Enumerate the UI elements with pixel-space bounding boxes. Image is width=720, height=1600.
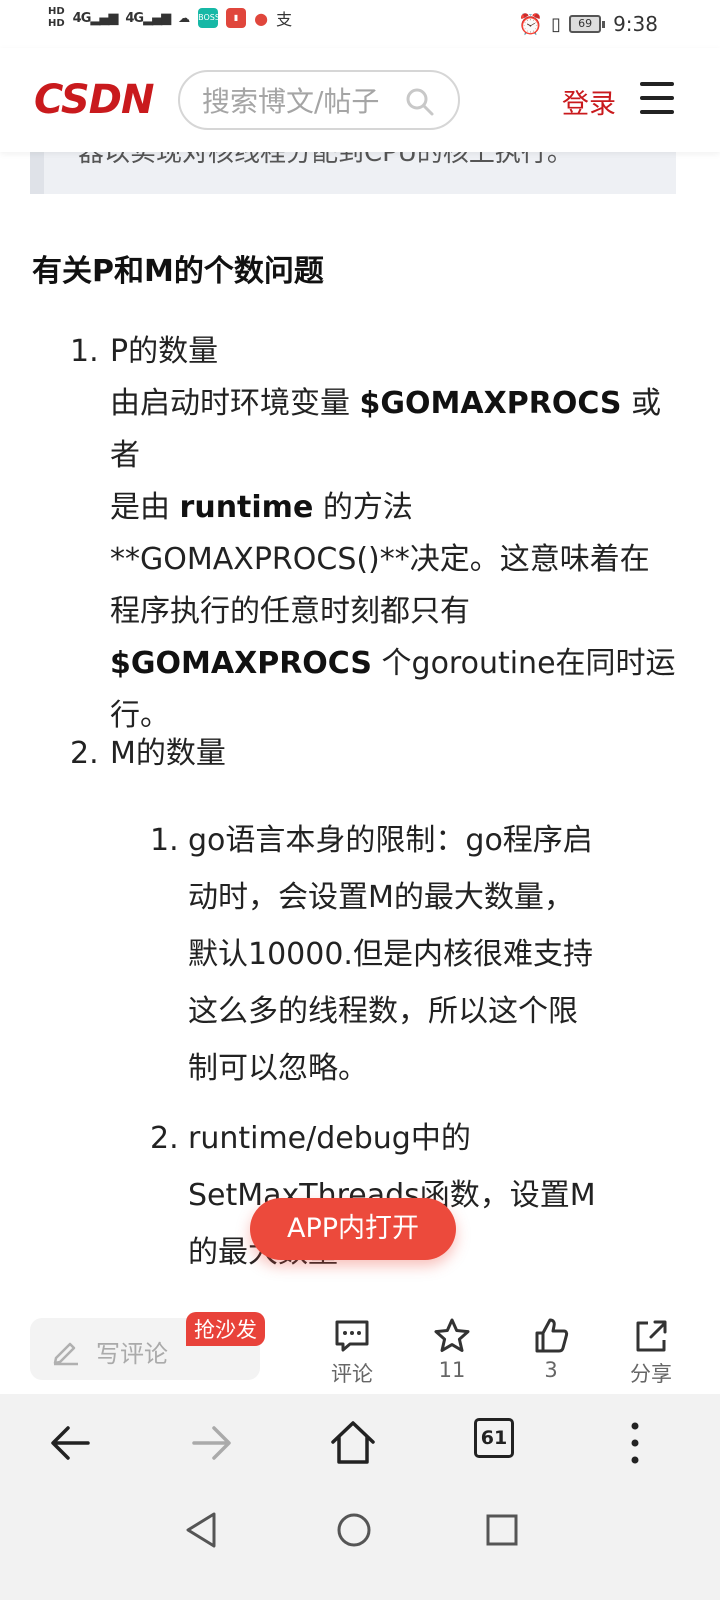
comment-button[interactable]: 评论 bbox=[312, 1316, 392, 1388]
star-icon bbox=[434, 1318, 470, 1352]
browser-toolbar: 61 bbox=[0, 1394, 720, 1490]
text-segment: **GOMAXPROCS()**决定。这意味着在 bbox=[110, 542, 650, 577]
location-pin-icon: ● bbox=[254, 8, 269, 28]
favorite-count: 11 bbox=[438, 1358, 466, 1382]
paragraph-line: go语言本身的限制：go程序启 bbox=[188, 823, 593, 858]
share-icon bbox=[636, 1320, 667, 1352]
paragraph-line: 制可以忽略。 bbox=[188, 1051, 368, 1086]
thumbs-up-icon bbox=[535, 1318, 569, 1353]
bold-text: $GOMAXPROCS bbox=[359, 386, 622, 421]
search-input[interactable] bbox=[202, 84, 402, 118]
alipay-icon: 支 bbox=[276, 10, 293, 29]
system-recents-icon[interactable] bbox=[482, 1510, 522, 1550]
status-right-icons: ⏰ ▯ 69 9:38 bbox=[518, 12, 658, 36]
open-in-app-button[interactable]: APP内打开 bbox=[250, 1198, 456, 1260]
login-link[interactable]: 登录 bbox=[562, 82, 616, 121]
clock: 9:38 bbox=[613, 12, 658, 36]
status-bar: HD HD 4G▂▄▆ 4G▂▄▆ ☁ BOSS ▮ ● 支 ⏰ ▯ 69 9:… bbox=[0, 0, 720, 48]
csdn-logo[interactable]: CSDN bbox=[34, 80, 154, 120]
list-number: 1. bbox=[70, 334, 99, 369]
signal-icon-2: 4G▂▄▆ bbox=[125, 10, 171, 26]
paragraph-line: 程序执行的任意时刻都只有 bbox=[110, 586, 680, 638]
first-comment-badge: 抢沙发 bbox=[186, 1312, 265, 1346]
article-action-bar: 写评论 抢沙发 评论 11 3 分享 bbox=[0, 1312, 720, 1394]
alarm-icon: ⏰ bbox=[518, 12, 544, 36]
text-segment: 是由 bbox=[110, 490, 180, 525]
text-segment: 的方法 bbox=[313, 490, 413, 525]
signal-label-1: 4G bbox=[72, 10, 92, 26]
text-segment: 由启动时环境变量 bbox=[110, 386, 360, 421]
signal-label-2: 4G bbox=[125, 10, 144, 26]
hd-indicator: HD HD bbox=[48, 6, 65, 30]
paragraph-line: 默认10000.但是内核很难支持 bbox=[188, 937, 593, 972]
forward-arrow-icon[interactable] bbox=[186, 1418, 236, 1468]
search-box[interactable] bbox=[178, 70, 460, 130]
favorite-button[interactable]: 11 bbox=[412, 1316, 492, 1382]
share-label: 分享 bbox=[630, 1362, 672, 1386]
list-item-body: P的数量 由启动时环境变量 $GOMAXPROCS 或者 是由 runtime 的… bbox=[110, 326, 680, 742]
status-left-icons: HD HD 4G▂▄▆ 4G▂▄▆ ☁ BOSS ▮ ● 支 bbox=[48, 6, 292, 30]
share-button[interactable]: 分享 bbox=[611, 1316, 691, 1388]
paragraph-line: 由启动时环境变量 $GOMAXPROCS 或者 bbox=[110, 378, 680, 482]
paragraph-line: 这么多的线程数，所以这个限 bbox=[188, 994, 578, 1029]
sub-list-number: 1. bbox=[150, 823, 179, 858]
hd-label-2: HD bbox=[48, 18, 65, 29]
paragraph-line: $GOMAXPROCS 个goroutine在同时运 bbox=[110, 638, 680, 690]
blockquote-text: 器以实现对核线程分配到CPU的核上执行。 bbox=[78, 152, 573, 168]
comment-icon bbox=[335, 1320, 369, 1352]
list-item-paragraph: 由启动时环境变量 $GOMAXPROCS 或者 是由 runtime 的方法 **G… bbox=[110, 378, 680, 742]
search-icon[interactable] bbox=[404, 86, 436, 118]
text-segment: 程序执行的任意时刻都只有 bbox=[110, 594, 470, 629]
list-item-title: M的数量 bbox=[110, 736, 226, 771]
reader-app-icon: ▮ bbox=[226, 8, 247, 28]
sub-list-number: 2. bbox=[150, 1121, 179, 1156]
bold-text: $GOMAXPROCS bbox=[110, 646, 372, 681]
list-number: 2. bbox=[70, 736, 99, 771]
paragraph-line: 动时，会设置M的最大数量， bbox=[188, 880, 574, 915]
hamburger-menu-icon[interactable] bbox=[640, 82, 676, 116]
list-item-title: P的数量 bbox=[110, 334, 219, 369]
site-header: CSDN 登录 bbox=[0, 48, 720, 152]
back-arrow-icon[interactable] bbox=[46, 1418, 96, 1468]
comment-placeholder: 写评论 bbox=[96, 1340, 168, 1368]
home-icon[interactable] bbox=[328, 1418, 378, 1468]
signal-icon-1: 4G▂▄▆ bbox=[72, 10, 119, 26]
sub-list-item-body: go语言本身的限制：go程序启 动时，会设置M的最大数量， 默认10000.但是内核… bbox=[188, 812, 668, 1097]
section-heading: 有关P和M的个数问题 bbox=[32, 254, 324, 289]
system-navigation-bar bbox=[0, 1490, 720, 1600]
hd-label-1: HD bbox=[48, 6, 65, 17]
blockquote: 器以实现对核线程分配到CPU的核上执行。 bbox=[30, 152, 676, 194]
paragraph-line: runtime/debug中的 bbox=[188, 1121, 471, 1156]
like-count: 3 bbox=[544, 1358, 558, 1382]
article-content: 器以实现对核线程分配到CPU的核上执行。 有关P和M的个数问题 1. P的数量 … bbox=[0, 152, 720, 1312]
boss-app-icon: BOSS bbox=[198, 8, 220, 28]
battery-icon: 69 bbox=[569, 15, 606, 33]
pencil-icon bbox=[53, 1342, 78, 1366]
system-home-icon[interactable] bbox=[334, 1510, 374, 1550]
system-back-icon[interactable] bbox=[182, 1510, 222, 1550]
bold-text: runtime bbox=[179, 490, 314, 525]
battery-level: 69 bbox=[569, 15, 602, 33]
like-button[interactable]: 3 bbox=[511, 1316, 591, 1382]
text-segment: 个goroutine在同时运 bbox=[371, 646, 676, 681]
comment-label: 评论 bbox=[331, 1362, 373, 1386]
paragraph-line: **GOMAXPROCS()**决定。这意味着在 bbox=[110, 534, 680, 586]
tabs-button[interactable]: 61 bbox=[474, 1418, 514, 1458]
chat-bubble-icon: ☁ bbox=[178, 11, 191, 25]
more-options-icon[interactable] bbox=[610, 1418, 660, 1468]
vibrate-icon: ▯ bbox=[551, 13, 562, 35]
paragraph-line: 是由 runtime 的方法 bbox=[110, 482, 680, 534]
